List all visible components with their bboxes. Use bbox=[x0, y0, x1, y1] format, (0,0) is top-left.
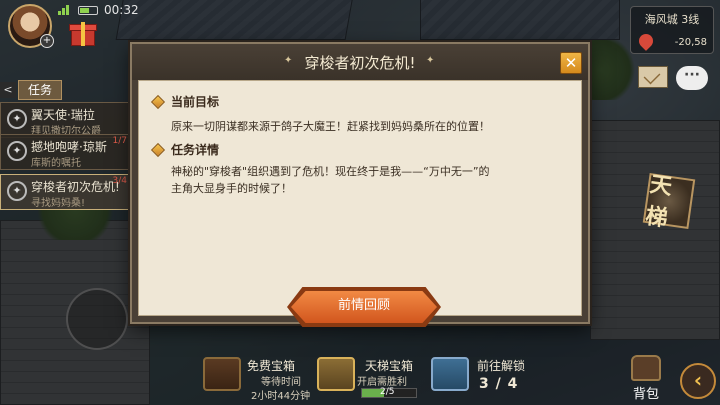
location-panel[interactable]: 海风城 3线 -20,58 bbox=[630, 6, 714, 54]
dialog-header: ✦ 穿梭者初次危机! ✦ ✕ bbox=[132, 44, 588, 80]
goal-text: 原来一切阴谋都来源于鸽子大魔王！赶紧找到妈妈桑所在的位置！ bbox=[171, 120, 490, 133]
gift-box-icon[interactable] bbox=[68, 18, 98, 46]
progress-text: 2/5 bbox=[380, 387, 395, 397]
free-chest[interactable]: 免费宝箱 等待时间 2小时44分钟 bbox=[199, 351, 319, 405]
map-pin-icon bbox=[636, 31, 656, 51]
tab-quests[interactable]: 任务 bbox=[18, 80, 62, 100]
quest-title: 撼地咆哮·琼斯 bbox=[31, 140, 107, 154]
details-heading: 任务详情 bbox=[150, 141, 220, 158]
chest-icon bbox=[431, 357, 469, 391]
unlock-chest[interactable]: 前往解锁 3 / 4 bbox=[427, 351, 547, 405]
details-text-line-2: 主角大显身手的时候了！ bbox=[171, 182, 292, 195]
signal-icon bbox=[58, 5, 72, 15]
quest-title: 穿梭者初次危机! bbox=[31, 180, 120, 194]
bag-button[interactable]: 背包 bbox=[620, 353, 672, 405]
chevron-left-icon[interactable]: < bbox=[0, 82, 16, 98]
story-review-button[interactable]: 前情回顾 bbox=[291, 291, 437, 323]
mail-icon[interactable] bbox=[638, 66, 668, 88]
status-bar: 00:32 bbox=[58, 0, 139, 20]
quest-dialog: ✦ 穿梭者初次危机! ✦ ✕ 当前目标 原来一切阴谋都来源于鸽子大魔王！赶紧找到… bbox=[130, 42, 590, 327]
quest-item[interactable]: ✦ 翼天使·瑞拉 拜见撒切尔公爵 bbox=[0, 102, 130, 138]
location-name: 海风城 3线 bbox=[644, 13, 700, 26]
quest-subtitle: 库斯的嘱托 bbox=[31, 158, 81, 169]
ladder-chest-requirement: 开启需胜利 bbox=[357, 377, 407, 388]
title-ornament-icon: ✦ bbox=[426, 55, 435, 66]
details-heading-text: 任务详情 bbox=[171, 143, 220, 157]
ladder-chest-progress: 2/5 bbox=[361, 387, 417, 398]
free-chest-timer: 2小时44分钟 bbox=[251, 391, 311, 402]
quest-item-active[interactable]: ✦ 穿梭者初次危机! 寻找妈妈桑! 3/4 bbox=[0, 174, 130, 210]
quest-icon: ✦ bbox=[7, 141, 27, 161]
chat-bubble-icon[interactable]: ··· bbox=[676, 66, 708, 90]
backpack-icon bbox=[631, 355, 661, 381]
chest-icon bbox=[317, 357, 355, 391]
quest-icon: ✦ bbox=[7, 181, 27, 201]
free-chest-title: 免费宝箱 bbox=[247, 359, 296, 373]
unlock-title: 前往解锁 bbox=[477, 359, 526, 373]
quest-progress: 1/7 bbox=[112, 136, 127, 146]
bottom-bar: 免费宝箱 等待时间 2小时44分钟 天梯宝箱 开启需胜利 2/5 前往解锁 3 … bbox=[195, 351, 720, 405]
chest-icon bbox=[203, 357, 241, 391]
quest-progress: 3/4 bbox=[112, 176, 127, 186]
diamond-bullet-icon bbox=[150, 94, 166, 109]
battery-icon bbox=[78, 5, 98, 15]
quest-title: 翼天使·瑞拉 bbox=[31, 108, 95, 122]
virtual-joystick[interactable] bbox=[66, 288, 128, 350]
unlock-count: 3 / 4 bbox=[479, 376, 519, 392]
ladder-chest-title: 天梯宝箱 bbox=[365, 359, 414, 373]
dialog-body: 当前目标 原来一切阴谋都来源于鸽子大魔王！赶紧找到妈妈桑所在的位置！ 任务详情 … bbox=[138, 80, 582, 327]
avatar-plus-icon[interactable]: + bbox=[40, 34, 54, 48]
clock: 00:32 bbox=[104, 3, 139, 17]
dialog-title: 穿梭者初次危机! bbox=[304, 54, 416, 72]
close-button[interactable]: ✕ bbox=[560, 52, 582, 74]
free-chest-wait-label: 等待时间 bbox=[261, 377, 301, 388]
details-text-line-1: 神秘的"穿梭者"组织遇到了危机！现在终于是我——“万中无一”的 bbox=[171, 165, 490, 178]
ladder-icon[interactable]: 天梯 bbox=[642, 171, 696, 232]
expand-arrow-button[interactable]: ‹ bbox=[680, 363, 716, 399]
goal-heading-text: 当前目标 bbox=[171, 95, 220, 109]
quest-icon: ✦ bbox=[7, 109, 27, 129]
bag-label: 背包 bbox=[632, 387, 659, 402]
quest-item[interactable]: ✦ 撼地咆哮·琼斯 库斯的嘱托 1/7 bbox=[0, 134, 130, 170]
ladder-chest[interactable]: 天梯宝箱 开启需胜利 2/5 bbox=[313, 351, 433, 405]
diamond-bullet-icon bbox=[150, 142, 166, 157]
goal-heading: 当前目标 bbox=[150, 93, 220, 110]
quest-subtitle: 寻找妈妈桑! bbox=[31, 198, 86, 209]
location-coords: -20,58 bbox=[674, 37, 707, 48]
